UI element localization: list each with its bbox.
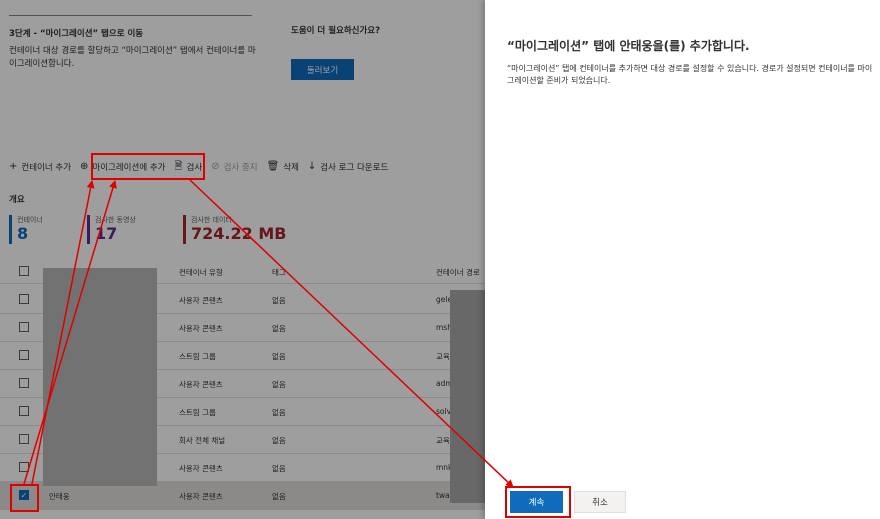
highlight-add-to-migration: [91, 153, 205, 180]
highlight-selected-checkbox: [10, 484, 39, 512]
panel-description: “마이그레이션” 탭에 컨테이너를 추가하면 대상 경로를 설정할 수 있습니다…: [507, 64, 873, 85]
highlight-continue-button: [505, 486, 571, 518]
modal-backdrop[interactable]: [0, 0, 485, 519]
add-to-migration-panel: “마이그레이션” 탭에 안태웅을(를) 추가합니다. “마이그레이션” 탭에 컨…: [485, 0, 880, 519]
panel-title: “마이그레이션” 탭에 안태웅을(를) 추가합니다.: [507, 39, 750, 53]
cancel-button[interactable]: 취소: [574, 491, 626, 513]
